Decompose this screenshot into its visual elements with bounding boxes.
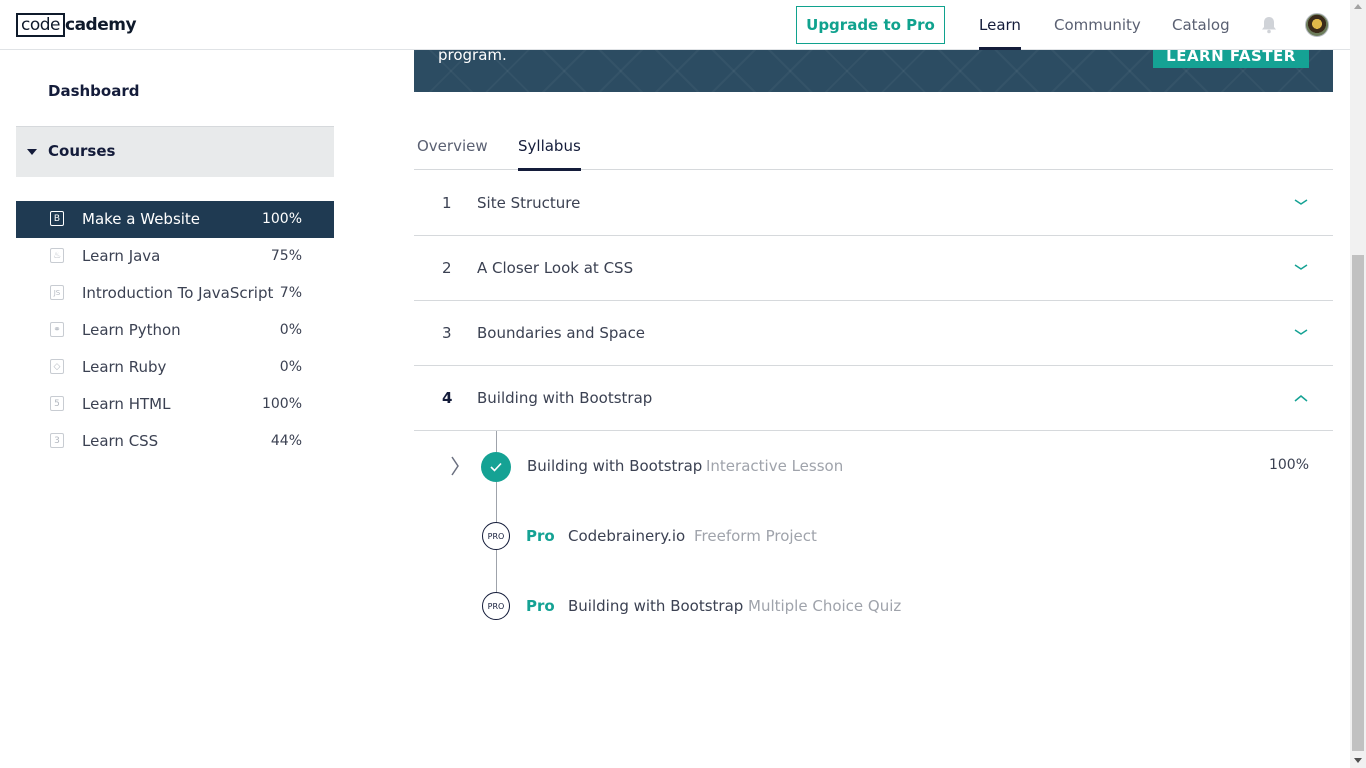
course-percent: 0%: [279, 322, 302, 338]
logo-box-text: code: [16, 13, 65, 37]
chevron-right-icon[interactable]: [450, 456, 460, 476]
sidebar-dashboard-link[interactable]: Dashboard: [48, 82, 139, 100]
pro-lock-icon: PRO: [482, 592, 510, 620]
lesson-row-3[interactable]: PRO Pro Building with Bootstrap Multiple…: [414, 586, 1333, 626]
courses-label: Courses: [48, 142, 116, 160]
css-icon: 3: [50, 433, 64, 448]
tab-overview[interactable]: Overview: [417, 137, 488, 170]
upgrade-to-pro-button[interactable]: Upgrade to Pro: [796, 6, 945, 44]
page-scrollbar[interactable]: [1350, 0, 1366, 768]
ruby-icon: ◇: [50, 359, 64, 374]
course-name: Learn CSS: [82, 432, 159, 450]
python-icon: ⚭: [50, 322, 64, 337]
chevron-down-icon[interactable]: [1294, 326, 1308, 340]
course-percent: 100%: [261, 396, 302, 412]
sidebar-course-intro-javascript[interactable]: JS Introduction To JavaScript 7%: [16, 275, 334, 312]
module-number: 3: [442, 324, 452, 342]
lesson-type: Interactive Lesson: [706, 457, 844, 475]
lesson-percent: 100%: [1268, 457, 1309, 473]
lesson-title: Building with Bootstrap: [527, 457, 703, 475]
module-row-1[interactable]: 1 Site Structure: [414, 171, 1333, 236]
scroll-down-arrow-icon[interactable]: [1354, 758, 1362, 763]
lesson-row-1[interactable]: Building with Bootstrap Interactive Less…: [414, 446, 1333, 486]
bootstrap-icon: B: [50, 211, 64, 226]
sidebar-course-make-a-website[interactable]: B Make a Website 100%: [16, 201, 334, 238]
lesson-row-2[interactable]: PRO Pro Codebrainery.io Freeform Project: [414, 516, 1333, 556]
html-icon: 5: [50, 396, 64, 411]
completed-check-icon: [481, 452, 511, 482]
sidebar-course-learn-css[interactable]: 3 Learn CSS 44%: [16, 423, 334, 460]
module-title: A Closer Look at CSS: [477, 259, 634, 277]
course-name: Make a Website: [82, 210, 201, 228]
course-tabs: Overview Syllabus: [414, 130, 1333, 171]
module-title: Boundaries and Space: [477, 324, 646, 342]
tab-syllabus[interactable]: Syllabus: [518, 137, 581, 171]
module-title: Site Structure: [477, 194, 581, 212]
scroll-thumb[interactable]: [1352, 255, 1364, 751]
checkmark-icon: [490, 462, 502, 472]
learn-faster-button[interactable]: LEARN FASTER: [1153, 50, 1309, 68]
chevron-down-icon[interactable]: [1294, 196, 1308, 210]
course-name: Learn HTML: [82, 395, 171, 413]
lesson-title: Codebrainery.io: [568, 527, 686, 545]
course-list: B Make a Website 100% ♨ Learn Java 75% J…: [16, 201, 334, 460]
module-row-2[interactable]: 2 A Closer Look at CSS: [414, 236, 1333, 301]
user-avatar[interactable]: [1305, 13, 1329, 37]
module-number: 1: [442, 194, 452, 212]
lesson-type: Freeform Project: [694, 527, 817, 545]
course-name: Learn Ruby: [82, 358, 167, 376]
course-percent: 0%: [279, 359, 302, 375]
caret-down-icon: [27, 149, 37, 155]
logo-rest-text: cademy: [65, 15, 137, 35]
courses-section-toggle[interactable]: Courses: [16, 126, 334, 177]
pro-banner: program. LEARN FASTER: [414, 50, 1333, 92]
scroll-up-arrow-icon[interactable]: [1354, 4, 1362, 9]
chevron-up-icon[interactable]: [1294, 391, 1308, 405]
javascript-icon: JS: [50, 285, 64, 300]
java-icon: ♨: [50, 248, 64, 263]
course-percent: 7%: [279, 285, 302, 301]
course-name: Introduction To JavaScript: [82, 284, 274, 302]
nav-learn[interactable]: Learn: [979, 0, 1021, 50]
course-percent: 100%: [261, 211, 302, 227]
banner-text: program.: [438, 50, 507, 64]
course-name: Learn Python: [82, 321, 181, 339]
nav-catalog[interactable]: Catalog: [1172, 0, 1230, 50]
module-number: 4: [442, 389, 453, 407]
pro-lock-icon: PRO: [482, 522, 510, 550]
bell-icon[interactable]: [1261, 16, 1277, 34]
pro-label: Pro: [526, 527, 555, 545]
chevron-down-icon[interactable]: [1294, 261, 1308, 275]
nav-community[interactable]: Community: [1054, 0, 1141, 50]
sidebar-course-learn-ruby[interactable]: ◇ Learn Ruby 0%: [16, 349, 334, 386]
module-number: 2: [442, 259, 452, 277]
lesson-title: Building with Bootstrap: [568, 597, 744, 615]
sidebar-course-learn-python[interactable]: ⚭ Learn Python 0%: [16, 312, 334, 349]
codecademy-logo[interactable]: code cademy: [16, 13, 137, 37]
top-header: code cademy Upgrade to Pro Learn Communi…: [0, 0, 1350, 50]
course-percent: 75%: [270, 248, 302, 264]
sidebar-course-learn-html[interactable]: 5 Learn HTML 100%: [16, 386, 334, 423]
module-row-4[interactable]: 4 Building with Bootstrap: [414, 366, 1333, 431]
module-title: Building with Bootstrap: [477, 389, 653, 407]
course-percent: 44%: [270, 433, 302, 449]
pro-label: Pro: [526, 597, 555, 615]
module-row-3[interactable]: 3 Boundaries and Space: [414, 301, 1333, 366]
lesson-type: Multiple Choice Quiz: [748, 597, 902, 615]
course-name: Learn Java: [82, 247, 161, 265]
sidebar-course-learn-java[interactable]: ♨ Learn Java 75%: [16, 238, 334, 275]
